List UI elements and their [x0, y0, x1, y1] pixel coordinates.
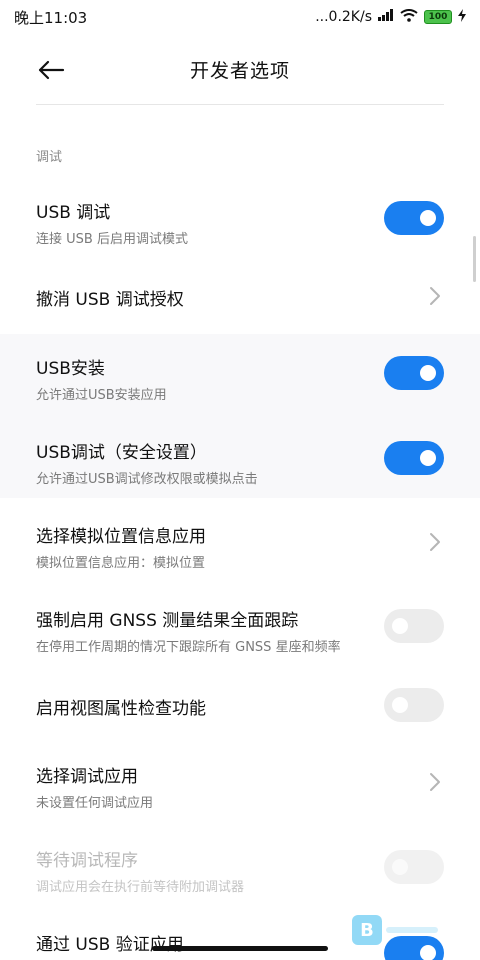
home-indicator[interactable]	[152, 946, 328, 951]
usb-debug-security-toggle[interactable]	[384, 441, 444, 475]
setting-title: 选择调试应用	[36, 767, 138, 787]
setting-row-revoke-usb-auth[interactable]: 撤消 USB 调试授权	[0, 258, 480, 334]
chevron-right-icon	[428, 772, 442, 792]
toggle-knob	[420, 365, 436, 381]
chevron-right-icon	[428, 532, 442, 552]
setting-title: USB安装	[36, 359, 105, 379]
setting-title: 启用视图属性检查功能	[36, 699, 206, 719]
back-arrow-icon[interactable]	[34, 56, 68, 84]
setting-row-view-attr-inspection[interactable]: 启用视图属性检查功能	[0, 674, 480, 738]
status-bar: 晚上11:03 ...0.2K/s 100	[0, 0, 480, 34]
setting-subtitle: 允许通过USB调试修改权限或模拟点击	[36, 472, 258, 487]
setting-subtitle: 连接 USB 后启用调试模式	[36, 232, 188, 247]
setting-title: USB调试（安全设置）	[36, 443, 207, 463]
setting-subtitle: 允许通过USB安装应用	[36, 388, 167, 403]
battery-icon: 100	[424, 10, 452, 24]
toggle-knob	[420, 210, 436, 226]
usb-install-toggle[interactable]	[384, 356, 444, 390]
setting-subtitle: 模拟位置信息应用：模拟位置	[36, 556, 206, 571]
status-time: 晚上11:03	[14, 8, 88, 27]
setting-row-usb-debugging[interactable]: USB 调试 连接 USB 后启用调试模式	[0, 182, 480, 258]
chevron-right-icon	[428, 286, 442, 306]
setting-title: 撤消 USB 调试授权	[36, 290, 184, 310]
toggle-knob	[392, 697, 408, 713]
setting-subtitle: 调试应用会在执行前等待附加调试器	[36, 880, 245, 895]
setting-title: USB 调试	[36, 203, 111, 223]
toggle-knob	[392, 859, 408, 875]
setting-title: 强制启用 GNSS 测量结果全面跟踪	[36, 611, 299, 631]
setting-row-mock-location[interactable]: 选择模拟位置信息应用 模拟位置信息应用：模拟位置	[0, 506, 480, 586]
watermark-text-shape	[386, 927, 438, 933]
setting-row-wait-debugger: 等待调试程序 调试应用会在执行前等待附加调试器	[0, 830, 480, 906]
setting-row-debug-app[interactable]: 选择调试应用 未设置任何调试应用	[0, 746, 480, 820]
gnss-tracking-toggle[interactable]	[384, 609, 444, 643]
wifi-icon	[400, 8, 418, 26]
setting-row-usb-install[interactable]: USB安装 允许通过USB安装应用	[0, 334, 480, 412]
watermark-badge-icon: B	[352, 915, 382, 945]
setting-row-gnss-tracking[interactable]: 强制启用 GNSS 测量结果全面跟踪 在停用工作周期的情况下跟踪所有 GNSS …	[0, 592, 480, 672]
watermark-logo: B	[352, 912, 442, 948]
scrollbar[interactable]	[473, 236, 476, 282]
view-attr-inspection-toggle[interactable]	[384, 688, 444, 722]
wait-debugger-toggle	[384, 850, 444, 884]
toggle-knob	[420, 450, 436, 466]
setting-subtitle: 未设置任何调试应用	[36, 796, 154, 811]
setting-row-usb-debug-security[interactable]: USB调试（安全设置） 允许通过USB调试修改权限或模拟点击	[0, 412, 480, 498]
setting-title: 等待调试程序	[36, 851, 138, 871]
header: 开发者选项	[0, 34, 480, 104]
toggle-knob	[392, 618, 408, 634]
network-speed: ...0.2K/s	[315, 9, 372, 25]
charging-icon	[458, 8, 466, 26]
status-indicators: ...0.2K/s 100	[315, 8, 466, 26]
usb-debugging-toggle[interactable]	[384, 201, 444, 235]
setting-subtitle: 在停用工作周期的情况下跟踪所有 GNSS 星座和频率	[36, 640, 341, 655]
signal-icon	[378, 9, 394, 25]
section-label: 调试	[36, 150, 63, 165]
setting-title: 选择模拟位置信息应用	[36, 527, 206, 547]
page-title: 开发者选项	[189, 59, 290, 82]
header-divider	[36, 104, 444, 105]
